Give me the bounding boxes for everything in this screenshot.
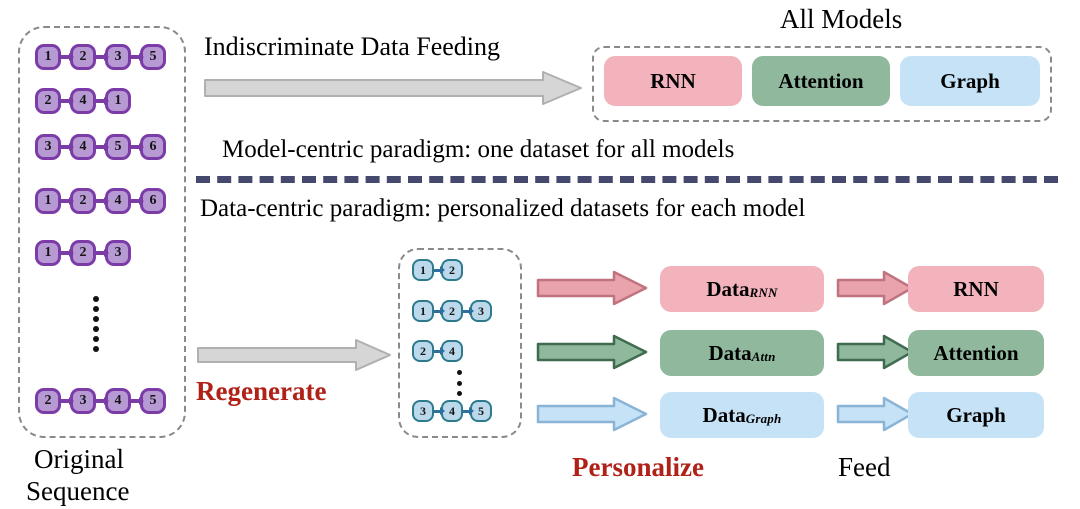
personalize-arrow-icon-graph — [536, 396, 648, 432]
data-box-subscript-rnn: RNN — [749, 285, 778, 301]
sequence-link-arrow-icon — [463, 309, 470, 313]
sequence-row: 123 — [412, 300, 492, 322]
data-box-label-attention: Data — [708, 340, 752, 365]
sequence-node: 3 — [412, 400, 434, 422]
model-centric-paradigm-text: Model-centric paradigm: one dataset for … — [222, 136, 735, 163]
all-models-box-attention-label: Attention — [778, 68, 864, 93]
sequence-link-arrow-icon — [61, 55, 70, 59]
sequence-node: 1 — [35, 188, 61, 214]
feed-arrow-icon-rnn — [836, 270, 914, 306]
sequence-row: 24 — [412, 340, 463, 362]
indiscriminate-feeding-label: Indiscriminate Data Feeding — [204, 32, 501, 61]
sequence-link-arrow-icon — [61, 145, 70, 149]
regenerate-arrow-icon — [197, 339, 391, 371]
sequence-row: 241 — [35, 88, 131, 114]
sequence-link-arrow-icon — [96, 99, 105, 103]
model-box-graph[interactable]: Graph — [908, 392, 1044, 438]
sequence-row: 123 — [35, 240, 131, 266]
personalize-arrow-icon-rnn — [536, 270, 648, 306]
regenerated-sequence-ellipsis-icon — [456, 370, 462, 396]
sequence-row: 3456 — [35, 134, 166, 160]
personalize-arrow-icon-attention — [536, 334, 648, 370]
sequence-link-arrow-icon — [463, 409, 470, 413]
sequence-link-arrow-icon — [131, 399, 140, 403]
sequence-row: 1235 — [35, 44, 166, 70]
data-box-attention[interactable]: Data Attn — [660, 330, 824, 376]
feed-arrow-icon-graph — [836, 396, 914, 432]
sequence-row: 1246 — [35, 188, 166, 214]
data-box-subscript-graph: Graph — [745, 411, 782, 427]
sequence-link-arrow-icon — [96, 399, 105, 403]
sequence-row: 2345 — [35, 388, 166, 414]
sequence-link-arrow-icon — [96, 55, 105, 59]
data-box-subscript-attention: Attn — [751, 349, 776, 365]
data-centric-paradigm-text: Data-centric paradigm: personalized data… — [200, 195, 806, 222]
sequence-node: 3 — [35, 134, 61, 160]
data-box-label-graph: Data — [702, 402, 746, 427]
sequence-link-arrow-icon — [61, 251, 70, 255]
all-models-box-rnn[interactable]: RNN — [604, 56, 742, 106]
sequence-node: 1 — [35, 44, 61, 70]
sequence-link-arrow-icon — [96, 199, 105, 203]
data-box-graph[interactable]: Data Graph — [660, 392, 824, 438]
all-models-box-rnn-label: RNN — [650, 68, 696, 93]
original-sequence-ellipsis-icon — [92, 296, 100, 352]
sequence-link-arrow-icon — [61, 99, 70, 103]
sequence-link-arrow-icon — [61, 399, 70, 403]
regenerate-step-label: Regenerate — [196, 376, 327, 406]
sequence-link-arrow-icon — [434, 349, 441, 353]
sequence-link-arrow-icon — [131, 199, 140, 203]
sequence-link-arrow-icon — [434, 268, 441, 272]
feed-step-label: Feed — [838, 452, 891, 482]
sequence-node: 2 — [412, 340, 434, 362]
sequence-link-arrow-icon — [96, 251, 105, 255]
sequence-link-arrow-icon — [131, 145, 140, 149]
sequence-link-arrow-icon — [434, 409, 441, 413]
sequence-node: 1 — [35, 240, 61, 266]
sequence-node: 1 — [412, 300, 434, 322]
data-box-label-rnn: Data — [706, 276, 750, 301]
sequence-node: 1 — [412, 259, 434, 281]
model-box-label-attention: Attention — [933, 340, 1019, 365]
sequence-row: 345 — [412, 400, 492, 422]
model-box-attention[interactable]: Attention — [908, 330, 1044, 376]
feed-arrow-icon-attention — [836, 334, 914, 370]
indiscriminate-feeding-arrow-icon — [204, 71, 582, 105]
model-box-rnn[interactable]: RNN — [908, 266, 1044, 312]
original-sequence-caption-line1: Original — [34, 444, 124, 474]
all-models-box-graph-label: Graph — [940, 68, 1000, 93]
data-box-rnn[interactable]: Data RNN — [660, 266, 824, 312]
sequence-link-arrow-icon — [96, 145, 105, 149]
sequence-row: 12 — [412, 259, 463, 281]
sequence-node: 2 — [35, 388, 61, 414]
sequence-node: 2 — [35, 88, 61, 114]
sequence-link-arrow-icon — [131, 55, 140, 59]
all-models-title: All Models — [780, 4, 903, 34]
paradigm-divider — [196, 176, 1058, 183]
model-box-label-rnn: RNN — [953, 276, 999, 301]
model-box-label-graph: Graph — [946, 402, 1006, 427]
personalize-step-label: Personalize — [572, 452, 704, 482]
all-models-box-graph[interactable]: Graph — [900, 56, 1040, 106]
all-models-box-attention[interactable]: Attention — [752, 56, 890, 106]
sequence-link-arrow-icon — [61, 199, 70, 203]
original-sequence-caption-line2: Sequence — [26, 476, 130, 506]
sequence-link-arrow-icon — [434, 309, 441, 313]
